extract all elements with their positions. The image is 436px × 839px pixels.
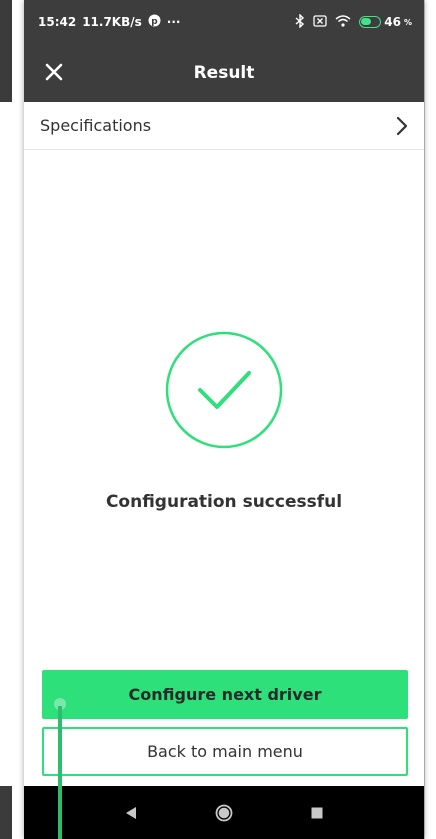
phone-screen: 15:42 11.7KB/s p ··· 46% Result Specific…	[24, 0, 424, 839]
specifications-row[interactable]: Specifications	[24, 102, 424, 150]
annotation-pointer-line	[58, 706, 62, 839]
battery-indicator: 46%	[359, 15, 412, 29]
nav-recents-button[interactable]	[302, 798, 332, 828]
status-right: 46%	[295, 12, 412, 31]
battery-level: 46	[384, 15, 401, 29]
pinterest-icon: p	[148, 14, 161, 30]
sim-icon	[313, 14, 327, 30]
back-to-main-menu-button[interactable]: Back to main menu	[42, 727, 408, 776]
backdrop-right	[424, 0, 436, 839]
checkmark-circle-icon	[165, 331, 283, 449]
home-nav-icon	[215, 804, 233, 821]
close-button[interactable]	[38, 56, 70, 88]
chevron-right-icon	[396, 116, 408, 135]
wifi-icon	[335, 14, 351, 30]
battery-percent-sign: %	[403, 17, 412, 27]
battery-icon	[359, 16, 382, 28]
backdrop-left	[0, 0, 24, 839]
success-message: Configuration successful	[105, 492, 343, 512]
recents-nav-icon	[311, 807, 323, 818]
status-bar: 15:42 11.7KB/s p ··· 46%	[24, 0, 424, 44]
backdrop-strip	[0, 0, 12, 102]
more-notifications: ···	[166, 15, 181, 29]
status-left: 15:42 11.7KB/s p ···	[38, 14, 180, 30]
configure-next-driver-button[interactable]: Configure next driver	[42, 670, 408, 719]
svg-text:p: p	[151, 17, 158, 27]
specifications-label: Specifications	[40, 116, 152, 135]
system-nav-bar	[24, 786, 424, 839]
success-panel: Configuration successful	[24, 330, 424, 512]
bluetooth-icon	[295, 12, 305, 31]
backdrop-strip-bottom	[0, 786, 12, 839]
app-bar: Result	[24, 44, 424, 102]
back-nav-icon	[125, 806, 136, 819]
nav-home-button[interactable]	[209, 798, 239, 828]
close-icon	[45, 63, 63, 81]
network-speed: 11.7KB/s	[82, 15, 142, 29]
page-title: Result	[193, 63, 255, 83]
nav-back-button[interactable]	[116, 798, 146, 828]
status-time: 15:42	[38, 15, 77, 29]
